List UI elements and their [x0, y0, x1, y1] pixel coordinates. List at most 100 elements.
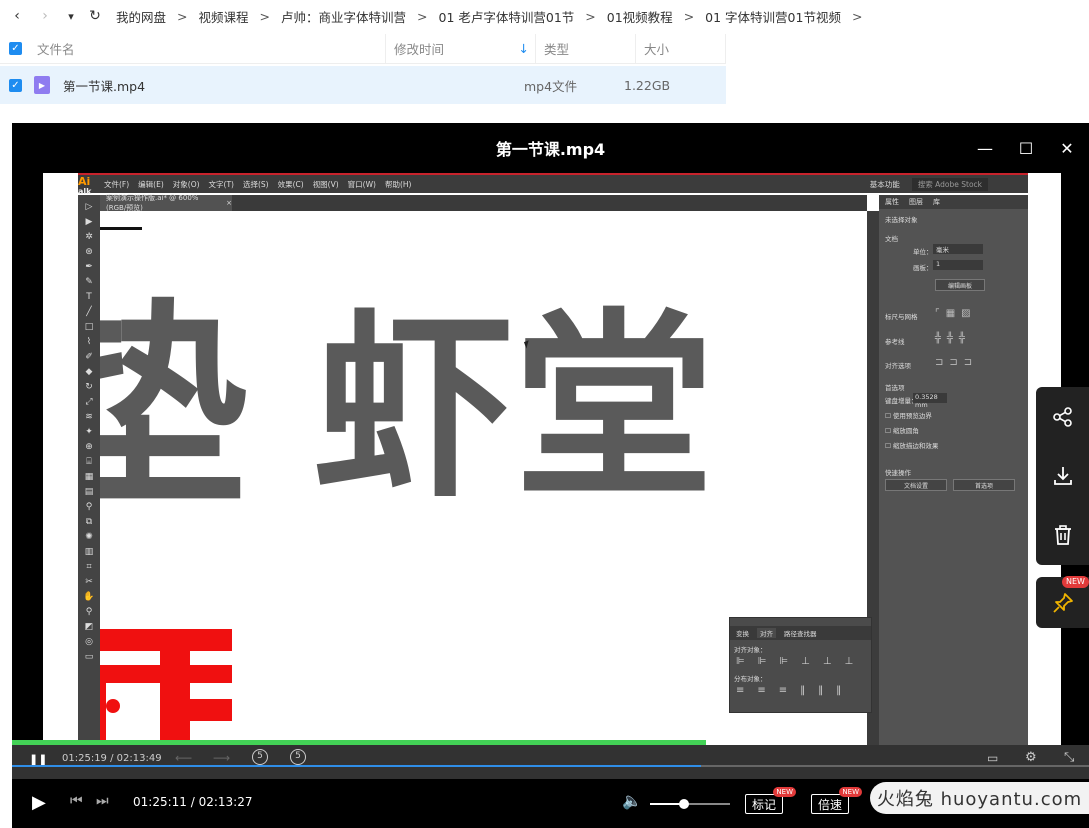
ai-guides-label: 参考线 — [885, 338, 905, 346]
ai-align-tab: 路径查找器 — [784, 630, 817, 638]
inner-fullscreen-icon: ⤡ — [1064, 750, 1075, 765]
ai-prefs-button: 首选项 — [953, 479, 1015, 491]
close-icon[interactable]: ✕ — [1056, 137, 1078, 159]
pen-tool-icon: ✒ — [85, 262, 93, 272]
next-icon[interactable]: ⏭ — [96, 793, 109, 809]
breadcrumb-item[interactable]: 卢帅：商业字体特训营 — [281, 7, 406, 26]
modified-column-header[interactable]: 修改时间 ↓ — [386, 34, 536, 63]
ai-menu-item: 窗口(W) — [347, 179, 376, 189]
perspective-icon: ⌸ — [86, 457, 92, 467]
download-icon[interactable] — [1049, 462, 1077, 490]
mark-button[interactable]: 标记 NEW — [745, 787, 797, 814]
ai-guides-icons: ╬╬╬ — [935, 333, 972, 344]
speed-button[interactable]: 倍速 NEW — [811, 787, 863, 814]
breadcrumb-item[interactable]: 01视频教程 — [607, 7, 673, 26]
speed-button-label: 倍速 — [818, 797, 843, 812]
glyph-tang: 堂 — [514, 292, 715, 525]
video-player: 第一节课.mp4 — ☐ ✕ 文件(F) 编辑(E) 对象(O) 文字(T) 选… — [12, 123, 1089, 828]
volume-icon[interactable]: 🔈 — [622, 791, 642, 810]
video-frame[interactable]: 文件(F) 编辑(E) 对象(O) 文字(T) 选择(S) 效果(C) 视图(V… — [43, 173, 1061, 745]
ai-tab-close-icon: × — [226, 199, 232, 207]
file-type: mp4文件 — [524, 78, 578, 94]
ai-search: 搜索 Adobe Stock — [911, 177, 988, 191]
ai-properties-panel: 属性 图层 库 未选择对象 文档 单位： 毫米 画板： 1 编辑画板 标尺与网格… — [879, 195, 1028, 745]
time-display: 01:25:11 / 02:13:27 — [133, 795, 253, 809]
ai-edit-artboard-button: 编辑画板 — [935, 279, 985, 291]
screen-mode-icon: ▭ — [84, 652, 94, 662]
rectangle-tool-icon: □ — [84, 322, 94, 332]
ai-toolbar: ▷ ▶ ✲ ⊛ ✒ ✎ T ╱ □ ⌇ ✐ ◆ ↻ ⤢ ≋ ✦ ⊕ ⌸ ▦ ▤ … — [78, 195, 100, 745]
volume-knob[interactable] — [678, 799, 689, 809]
ai-no-selection: 未选择对象 — [885, 216, 918, 224]
ai-menu-item: 效果(C) — [277, 179, 304, 189]
select-all-checkbox[interactable]: ✓ — [9, 42, 22, 55]
prev-icon[interactable]: ⏮ — [70, 793, 83, 809]
history-dropdown-icon[interactable]: ▾ — [60, 5, 82, 27]
inner-time: 01:25:19 / 02:13:49 — [62, 753, 162, 764]
ai-keyboard-input: 0.3528 mm — [913, 393, 947, 409]
lasso-icon: ⊛ — [85, 247, 93, 257]
type-column-label: 类型 — [544, 42, 570, 57]
breadcrumb-separator: > — [177, 8, 188, 24]
file-name[interactable]: 第一节课.mp4 — [63, 76, 524, 95]
ai-distribute-icons: ≡≡≡‖‖‖ — [736, 685, 855, 696]
ai-opt-label: 使用预览边界 — [892, 412, 932, 420]
ai-align-panel: 变换 对齐 路径查找器 对齐对象： ⊫⊫⊫⊥⊥⊥ 分布对象： ≡≡≡‖‖‖ — [729, 617, 872, 713]
new-badge: NEW — [839, 787, 863, 797]
breadcrumb-item[interactable]: 我的网盘 — [116, 7, 166, 26]
breadcrumb-separator: > — [851, 8, 863, 24]
inner-rewind-5-icon: 5 — [252, 749, 268, 765]
file-list-header: ✓ 文件名 修改时间 ↓ 类型 大小 — [0, 34, 726, 64]
inner-progress-fill — [12, 765, 702, 767]
size-column-header[interactable]: 大小 — [636, 34, 726, 63]
player-title: 第一节课.mp4 — [495, 140, 606, 159]
ai-panel-tab: 库 — [933, 198, 940, 206]
ai-workspace: 基本功能 — [869, 179, 900, 189]
ai-align-tabs: 变换 对齐 路径查找器 — [730, 626, 871, 640]
ai-opt-label: 缩放圆角 — [892, 427, 919, 435]
ai-document-tab: 案例演示操作版.ai* @ 600% (RGB/预览) × — [100, 194, 232, 212]
draw-mode-icon: ◎ — [85, 637, 93, 647]
video-file-icon: ▶ — [34, 76, 50, 94]
partial-glyph-left: 垫 — [100, 281, 249, 537]
modified-column-label: 修改时间 — [394, 42, 445, 57]
refresh-icon[interactable]: ↻ — [84, 5, 106, 27]
play-icon[interactable]: ▶ — [32, 792, 46, 813]
breadcrumb-item[interactable]: 01 老卢字体特训营01节 — [439, 7, 575, 26]
table-row[interactable]: ✓ ▶ 第一节课.mp4 mp4文件 1.22GB — [0, 66, 726, 104]
breadcrumb-separator: > — [417, 8, 428, 24]
ai-align-tab: 对齐 — [757, 628, 776, 638]
ai-document-tab-label: 案例演示操作版.ai* @ 600% (RGB/预览) — [106, 194, 199, 212]
name-column-header[interactable]: ✓ 文件名 — [0, 34, 386, 63]
maximize-icon[interactable]: ☐ — [1015, 137, 1037, 159]
direct-selection-tool-icon: ▶ — [85, 217, 93, 227]
gradient-tool-icon: ▤ — [84, 487, 94, 497]
breadcrumb-separator: > — [585, 8, 596, 24]
graph-tool-icon: ▥ — [84, 547, 94, 557]
red-glyph — [100, 629, 232, 745]
share-icon[interactable] — [1049, 403, 1077, 431]
minimize-icon[interactable]: — — [974, 137, 996, 159]
breadcrumb-item[interactable]: 视频课程 — [199, 7, 249, 26]
back-icon[interactable]: ‹ — [6, 5, 28, 27]
delete-icon[interactable] — [1049, 521, 1077, 549]
shape-builder-icon: ⊕ — [85, 442, 93, 452]
magic-wand-icon: ✲ — [85, 232, 93, 242]
glyph-xia: 虾 — [314, 292, 519, 525]
row-checkbox[interactable]: ✓ — [9, 78, 22, 92]
ruler-mark — [100, 227, 142, 230]
ai-opt-row: ☐ 缩放圆角 — [885, 427, 919, 435]
ai-menu-item: 对象(O) — [172, 179, 200, 189]
ai-opt-label: 缩放描边和效果 — [892, 442, 939, 450]
breadcrumb-separator: > — [259, 8, 270, 24]
pin-icon — [1052, 592, 1073, 613]
ai-snap-icons: ⊐⊐⊐ — [935, 357, 979, 368]
ai-artboard-select: 1 — [933, 260, 983, 270]
forward-icon[interactable]: › — [34, 5, 56, 27]
pin-new-badge: NEW — [1062, 576, 1089, 588]
type-column-header[interactable]: 类型 — [536, 34, 636, 63]
ai-align-objects-label: 对齐对象： — [734, 646, 767, 654]
file-size: 1.22GB — [624, 77, 671, 93]
breadcrumb-item[interactable]: 01 字体特训营01节视频 — [705, 7, 841, 26]
shaper-tool-icon: ✐ — [85, 352, 93, 362]
